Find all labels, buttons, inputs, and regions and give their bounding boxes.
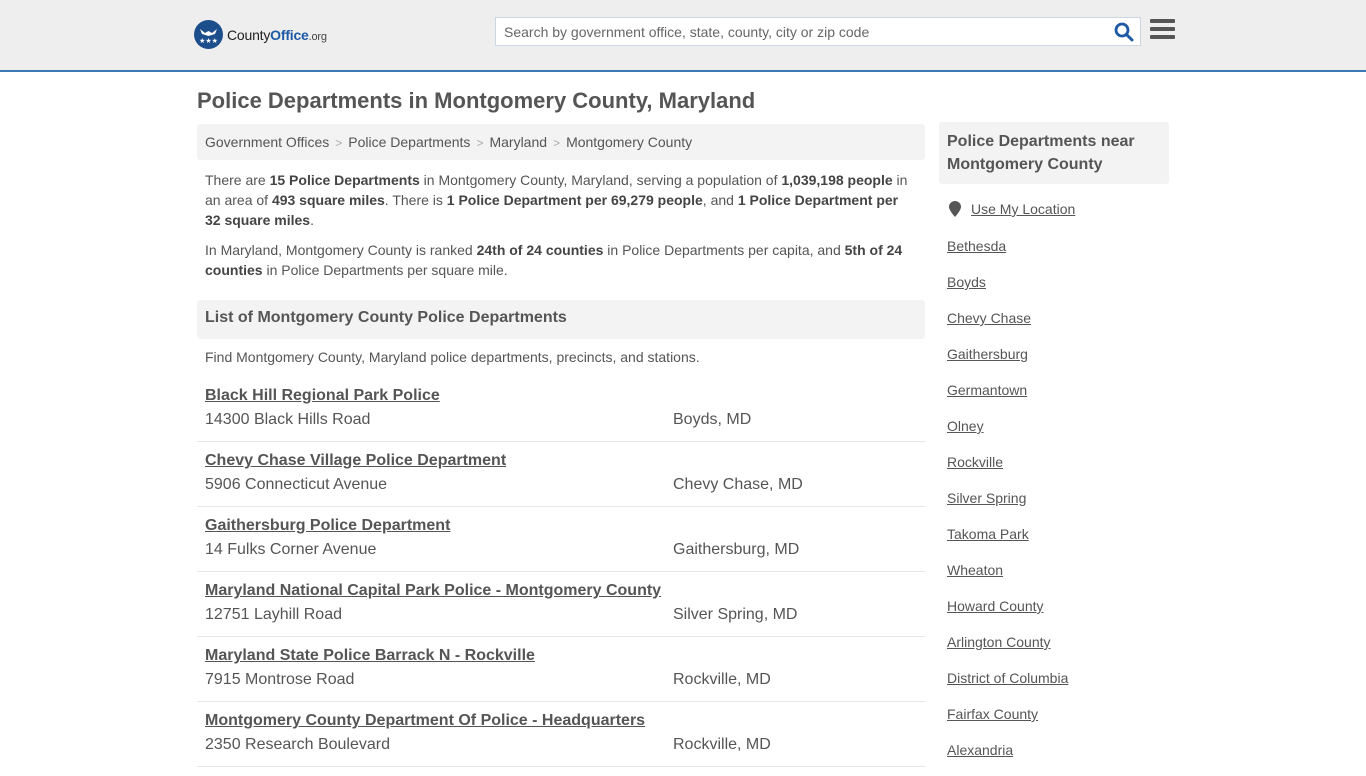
search-input[interactable]	[496, 18, 1106, 45]
list-description: Find Montgomery County, Maryland police …	[205, 349, 700, 365]
use-my-location-link[interactable]: Use My Location	[971, 201, 1075, 217]
department-item: Montgomery County Department Of Police -…	[197, 702, 925, 767]
breadcrumb-item-maryland[interactable]: Maryland	[489, 134, 547, 150]
svg-text:★★★: ★★★	[199, 37, 218, 45]
nearby-link[interactable]: Howard County	[947, 596, 1068, 632]
intro-rank-paragraph: In Maryland, Montgomery County is ranked…	[205, 242, 903, 278]
department-address: 2350 Research Boulevard	[205, 736, 391, 753]
nearby-link[interactable]: Olney	[947, 416, 1068, 452]
nearby-link[interactable]: Takoma Park	[947, 524, 1068, 560]
department-item: Gaithersburg Police Department 14 Fulks …	[197, 507, 925, 572]
breadcrumb-item-montgomery-county[interactable]: Montgomery County	[566, 134, 692, 150]
nearby-link[interactable]: Boyds	[947, 272, 1068, 308]
list-header: List of Montgomery County Police Departm…	[197, 300, 925, 339]
department-item: Black Hill Regional Park Police 14300 Bl…	[197, 377, 925, 442]
breadcrumb-item-police-departments[interactable]: Police Departments	[348, 134, 470, 150]
logo-text: CountyOffice.org	[227, 26, 327, 43]
breadcrumb-separator: >	[476, 136, 484, 150]
department-name-link[interactable]: Montgomery County Department Of Police -…	[205, 712, 645, 730]
nearby-link[interactable]: District of Columbia	[947, 668, 1068, 704]
department-address: 12751 Layhill Road	[205, 606, 342, 623]
department-address: 7915 Montrose Road	[205, 671, 355, 688]
search-box	[495, 17, 1141, 46]
nearby-link[interactable]: Rockville	[947, 452, 1068, 488]
site-header: ★★★ CountyOffice.org	[0, 0, 1366, 72]
department-address: 14300 Black Hills Road	[205, 411, 371, 428]
department-city: Rockville, MD	[673, 736, 771, 753]
department-name-link[interactable]: Gaithersburg Police Department	[205, 517, 450, 535]
nearby-link[interactable]: Chevy Chase	[947, 308, 1068, 344]
department-address: 5906 Connecticut Avenue	[205, 476, 388, 493]
department-item: Maryland State Police Barrack N - Rockvi…	[197, 637, 925, 702]
nearby-link[interactable]: Arlington County	[947, 632, 1068, 668]
department-city: Boyds, MD	[673, 411, 752, 428]
breadcrumb: Government Offices > Police Departments > Ma…	[197, 124, 925, 160]
sidebar-header: Police Departments near Montgomery Count…	[939, 122, 1169, 184]
department-name-link[interactable]: Black Hill Regional Park Police	[205, 387, 440, 405]
department-list: Black Hill Regional Park Police 14300 Bl…	[197, 377, 925, 767]
department-item: Maryland National Capital Park Police - …	[197, 572, 925, 637]
department-name-link[interactable]: Chevy Chase Village Police Department	[205, 452, 506, 470]
breadcrumb-item-government-offices[interactable]: Government Offices	[205, 134, 329, 150]
hamburger-menu-icon[interactable]	[1150, 19, 1175, 41]
department-city: Chevy Chase, MD	[673, 476, 803, 493]
department-name-link[interactable]: Maryland State Police Barrack N - Rockvi…	[205, 647, 535, 665]
department-item: Chevy Chase Village Police Department 59…	[197, 442, 925, 507]
breadcrumb-separator: >	[335, 136, 343, 150]
nearby-links: Bethesda Boyds Chevy Chase Gaithersburg …	[947, 236, 1068, 776]
nearby-link[interactable]: Gaithersburg	[947, 344, 1068, 380]
eagle-stars-icon: ★★★	[194, 20, 223, 49]
department-city: Silver Spring, MD	[673, 606, 798, 623]
page-title: Police Departments in Montgomery County,…	[197, 88, 756, 113]
nearby-link[interactable]: Silver Spring	[947, 488, 1068, 524]
map-pin-icon	[949, 201, 961, 217]
nearby-link[interactable]: Germantown	[947, 380, 1068, 416]
site-logo-link[interactable]: ★★★ CountyOffice.org	[194, 20, 327, 49]
department-city: Rockville, MD	[673, 671, 771, 688]
nearby-link[interactable]: Fairfax County	[947, 704, 1068, 740]
department-name-link[interactable]: Maryland National Capital Park Police - …	[205, 582, 661, 600]
breadcrumb-separator: >	[553, 136, 561, 150]
nearby-link[interactable]: Wheaton	[947, 560, 1068, 596]
intro-stats-paragraph: There are 15 Police Departments in Montg…	[205, 172, 908, 228]
search-icon[interactable]	[1114, 22, 1134, 42]
department-address: 14 Fulks Corner Avenue	[205, 541, 377, 558]
nearby-link[interactable]: Alexandria	[947, 740, 1068, 776]
nearby-link[interactable]: Bethesda	[947, 236, 1068, 272]
department-city: Gaithersburg, MD	[673, 541, 800, 558]
use-my-location[interactable]: Use My Location	[949, 201, 1075, 217]
intro-text: There are 15 Police Departments in Montg…	[205, 170, 917, 290]
